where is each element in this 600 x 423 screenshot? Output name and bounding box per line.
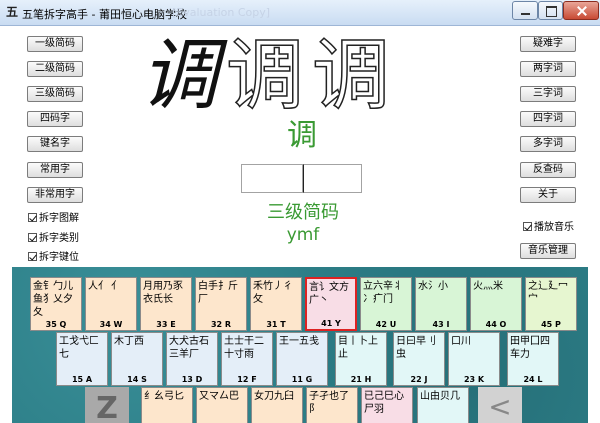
key-s[interactable]: 木丁西 14 S: [111, 332, 163, 386]
key-m[interactable]: 山由贝几: [417, 387, 469, 423]
code-input-field[interactable]: [303, 164, 362, 193]
checkbox-checked-icon[interactable]: [28, 213, 37, 222]
big-char-outline: 调: [225, 30, 305, 122]
split-diagram-checkbox[interactable]: 拆字图解: [28, 212, 79, 226]
four-code-char-button[interactable]: 四码字: [27, 111, 83, 127]
key-x[interactable]: 纟幺弓匕: [141, 387, 193, 423]
key-p[interactable]: 之辶廴冖宀 45 P: [525, 277, 577, 331]
three-char-word-button[interactable]: 三字词: [520, 86, 576, 102]
four-char-word-button[interactable]: 四字词: [520, 111, 576, 127]
difficult-char-button[interactable]: 疑难字: [520, 36, 576, 52]
key-a[interactable]: 工戈弋匚七 15 A: [56, 332, 108, 386]
checkbox-checked-icon[interactable]: [523, 222, 532, 231]
play-music-checkbox[interactable]: 播放音乐: [523, 221, 574, 235]
key-v[interactable]: 女刀九臼: [251, 387, 303, 423]
reverse-lookup-button[interactable]: 反查码: [520, 162, 576, 178]
uncommon-char-button[interactable]: 非常用字: [27, 187, 83, 203]
wubi-keyboard: 金钅勹儿鱼犭乂夕夂 35 Q 人亻 亻 34 W 月用乃豕衣氏长 33 E 白手扌斤厂…: [12, 267, 588, 423]
key-c[interactable]: 又マ厶巴: [196, 387, 248, 423]
wubi-code-text: ymf: [286, 225, 320, 245]
key-f[interactable]: 土士干二十寸雨 12 F: [221, 332, 273, 386]
title-bar: 五 五笔拆字高手 - 莆田恒心电脑学校 [Evaluation Copy]: [0, 0, 600, 26]
key-name-char-button[interactable]: 键名字: [27, 136, 83, 152]
split-keyposition-checkbox[interactable]: 拆字键位: [28, 251, 79, 265]
key-z[interactable]: Z: [85, 387, 129, 423]
key-k[interactable]: 口川 23 K: [448, 332, 500, 386]
close-button[interactable]: [563, 1, 599, 20]
code-level-text: 三级简码: [267, 202, 339, 223]
big-char-handwritten: 调: [139, 31, 218, 121]
two-char-word-button[interactable]: 两字词: [520, 61, 576, 77]
level1-shortcode-button[interactable]: 一级简码: [27, 36, 83, 52]
current-char: 调: [287, 118, 317, 153]
key-e[interactable]: 月用乃豕衣氏长 33 E: [140, 277, 192, 331]
char-input-field[interactable]: [241, 164, 303, 193]
music-manager-button[interactable]: 音乐管理: [520, 243, 576, 259]
about-button[interactable]: 关于: [520, 187, 576, 203]
key-n[interactable]: 已己巳心尸羽: [361, 387, 413, 423]
evaluation-watermark: [Evaluation Copy]: [172, 6, 271, 19]
maximize-button[interactable]: [538, 1, 563, 20]
key-j[interactable]: 日曰早刂虫 22 J: [393, 332, 445, 386]
key-o[interactable]: 火灬米 44 O: [470, 277, 522, 331]
key-b[interactable]: 子孑也了阝: [306, 387, 358, 423]
key-u[interactable]: 立六辛丬冫疒门 42 U: [360, 277, 412, 331]
key-i[interactable]: 水氵小 43 I: [415, 277, 467, 331]
level3-shortcode-button[interactable]: 三级简码: [27, 86, 83, 102]
checkbox-checked-icon[interactable]: [28, 252, 37, 261]
common-char-button[interactable]: 常用字: [27, 162, 83, 178]
minimize-button[interactable]: [512, 1, 538, 20]
key-l[interactable]: 田甲囗四车力 24 L: [507, 332, 559, 386]
app-icon: 五: [5, 5, 18, 19]
checkbox-checked-icon[interactable]: [28, 233, 37, 242]
key-d[interactable]: 大犬古石三羊厂 13 D: [166, 332, 218, 386]
multi-char-word-button[interactable]: 多字词: [520, 136, 576, 152]
key-q[interactable]: 金钅勹儿鱼犭乂夕夂 35 Q: [30, 277, 82, 331]
split-category-checkbox[interactable]: 拆字类别: [28, 232, 79, 246]
key-h[interactable]: 目丨卜上止 21 H: [335, 332, 387, 386]
window-title: 五笔拆字高手 - 莆田恒心电脑学校: [22, 8, 187, 21]
level2-shortcode-button[interactable]: 二级简码: [27, 61, 83, 77]
key-t[interactable]: 禾竹丿彳攵 31 T: [250, 277, 302, 331]
key-y[interactable]: 言讠文方广丶 41 Y: [305, 277, 357, 331]
key-g[interactable]: 王一五戋 11 G: [276, 332, 328, 386]
big-char-outline-regular: 调: [311, 30, 391, 122]
key-w[interactable]: 人亻 亻 34 W: [85, 277, 137, 331]
key-r[interactable]: 白手扌斤厂 32 R: [195, 277, 247, 331]
back-arrow-key[interactable]: <: [478, 387, 522, 423]
